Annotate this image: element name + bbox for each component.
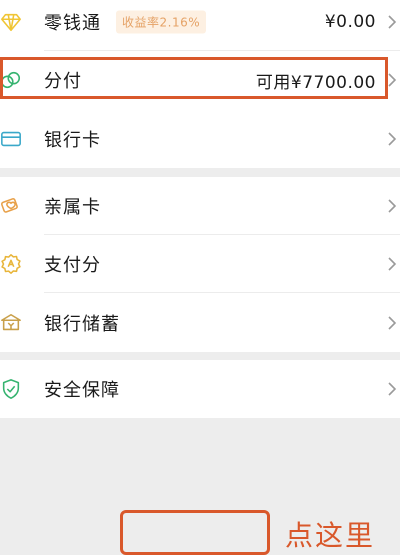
security-section: 安全保障 [0,360,400,418]
chevron-right-icon [386,256,398,272]
chevron-right-icon [386,381,398,397]
card-icon [0,128,22,150]
row-divider [44,292,400,293]
services-section: 亲属卡 支付分 银行储蓄 [0,177,400,352]
chevron-right-icon [386,315,398,331]
family-card-label: 亲属卡 [44,197,101,218]
pay-score-icon [0,253,22,275]
bankcard-label: 银行卡 [44,130,101,151]
chevron-right-icon [386,131,398,147]
bank-savings-label: 银行储蓄 [44,314,120,335]
change-wallet-row[interactable]: 零钱通 收益率2.16% ¥0.00 [0,0,400,51]
annotation-frame [120,510,270,555]
change-wallet-label: 零钱通 [44,13,101,34]
diamond-icon [0,11,22,33]
chevron-right-icon [386,14,398,30]
pay-score-label: 支付分 [44,255,101,276]
bank-icon [0,312,22,334]
security-label: 安全保障 [44,380,120,401]
bankcard-row[interactable]: 银行卡 [0,110,400,168]
tap-here-annotation: 点这里 [285,519,376,552]
chevron-right-icon [386,198,398,214]
security-row[interactable]: 安全保障 [0,360,400,418]
family-card-row[interactable]: 亲属卡 [0,177,400,235]
family-card-icon [0,195,22,217]
pay-score-row[interactable]: 支付分 [0,235,400,293]
change-wallet-balance: ¥0.00 [324,12,376,32]
fenfu-highlight-frame [0,57,388,99]
yield-rate-badge: 收益率2.16% [116,10,207,34]
bank-savings-row[interactable]: 银行储蓄 [0,294,400,352]
shield-icon [0,378,22,400]
